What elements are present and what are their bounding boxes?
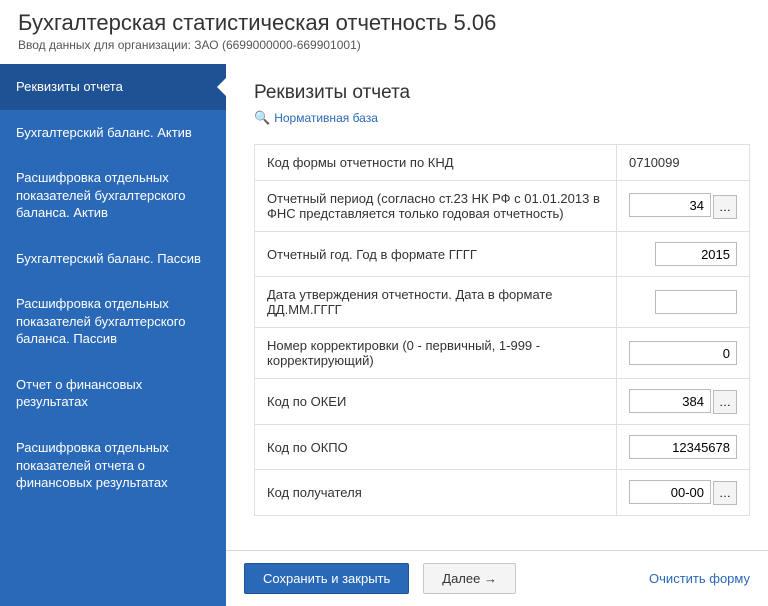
field-value-cell [617, 328, 750, 379]
field-value-cell [617, 425, 750, 470]
save-close-button[interactable]: Сохранить и закрыть [244, 563, 409, 594]
sidebar-item-0[interactable]: Реквизиты отчета [0, 64, 226, 110]
input-6[interactable] [629, 435, 737, 459]
input-2[interactable] [655, 242, 737, 266]
form-row: Код получателя … [255, 470, 750, 516]
sidebar-item-label: Отчет о финансовых результатах [16, 377, 142, 410]
norm-base-label: Нормативная база [274, 111, 378, 125]
footer-bar: Сохранить и закрыть Далее → Очистить фор… [226, 550, 768, 606]
clear-form-link[interactable]: Очистить форму [649, 571, 750, 586]
sidebar-item-1[interactable]: Бухгалтерский баланс. Актив [0, 110, 226, 156]
form-row: Код по ОКПО [255, 425, 750, 470]
sidebar-item-label: Расшифровка отдельных показателей отчета… [16, 440, 169, 490]
field-label: Номер корректировки (0 - первичный, 1-99… [255, 328, 617, 379]
field-value-cell: … [617, 470, 750, 516]
norm-base-link[interactable]: 🔍 Нормативная база [254, 110, 378, 126]
static-value: 0710099 [629, 155, 680, 170]
field-value-cell: … [617, 379, 750, 425]
search-icon: 🔍 [254, 110, 270, 126]
form-row: Отчетный период (согласно ст.23 НК РФ с … [255, 181, 750, 232]
field-value-cell: … [617, 181, 750, 232]
field-value-cell [617, 277, 750, 328]
form-row: Отчетный год. Год в формате ГГГГ [255, 232, 750, 277]
form-row: Код формы отчетности по КНД 0710099 [255, 145, 750, 181]
picker-button-5[interactable]: … [713, 390, 737, 414]
section-title: Реквизиты отчета [254, 82, 750, 104]
field-label: Код по ОКПО [255, 425, 617, 470]
sidebar-item-label: Бухгалтерский баланс. Пассив [16, 251, 201, 266]
field-label: Код по ОКЕИ [255, 379, 617, 425]
next-button[interactable]: Далее → [423, 563, 516, 594]
sidebar-item-label: Бухгалтерский баланс. Актив [16, 125, 192, 140]
form-row: Номер корректировки (0 - первичный, 1-99… [255, 328, 750, 379]
picker-button-1[interactable]: … [713, 195, 737, 219]
main-panel: Реквизиты отчета 🔍 Нормативная база Код … [226, 64, 768, 606]
sidebar-item-5[interactable]: Отчет о финансовых результатах [0, 362, 226, 425]
picker-button-7[interactable]: … [713, 481, 737, 505]
sidebar-item-2[interactable]: Расшифровка отдельных показателей бухгал… [0, 155, 226, 236]
field-label: Дата утверждения отчетности. Дата в форм… [255, 277, 617, 328]
sidebar: Реквизиты отчета Бухгалтерский баланс. Ак… [0, 64, 226, 606]
app-subtitle: Ввод данных для организации: ЗАО (669900… [18, 38, 750, 52]
form-table: Код формы отчетности по КНД 0710099 Отчетн… [254, 144, 750, 516]
app-header: Бухгалтерская статистическая отчетность … [0, 0, 768, 64]
sidebar-item-6[interactable]: Расшифровка отдельных показателей отчета… [0, 425, 226, 506]
field-label: Отчетный год. Год в формате ГГГГ [255, 232, 617, 277]
field-label: Отчетный период (согласно ст.23 НК РФ с … [255, 181, 617, 232]
input-4[interactable] [629, 341, 737, 365]
sidebar-item-label: Реквизиты отчета [16, 79, 123, 94]
sidebar-item-label: Расшифровка отдельных показателей бухгал… [16, 170, 185, 220]
input-1[interactable] [629, 193, 711, 217]
input-7[interactable] [629, 480, 711, 504]
sidebar-item-4[interactable]: Расшифровка отдельных показателей бухгал… [0, 281, 226, 362]
app-title: Бухгалтерская статистическая отчетность … [18, 10, 750, 36]
field-value-cell [617, 232, 750, 277]
form-row: Код по ОКЕИ … [255, 379, 750, 425]
form-row: Дата утверждения отчетности. Дата в форм… [255, 277, 750, 328]
field-label: Код формы отчетности по КНД [255, 145, 617, 181]
sidebar-item-3[interactable]: Бухгалтерский баланс. Пассив [0, 236, 226, 282]
sidebar-item-label: Расшифровка отдельных показателей бухгал… [16, 296, 185, 346]
field-label: Код получателя [255, 470, 617, 516]
field-value-cell: 0710099 [617, 145, 750, 181]
input-5[interactable] [629, 389, 711, 413]
input-3[interactable] [655, 290, 737, 314]
